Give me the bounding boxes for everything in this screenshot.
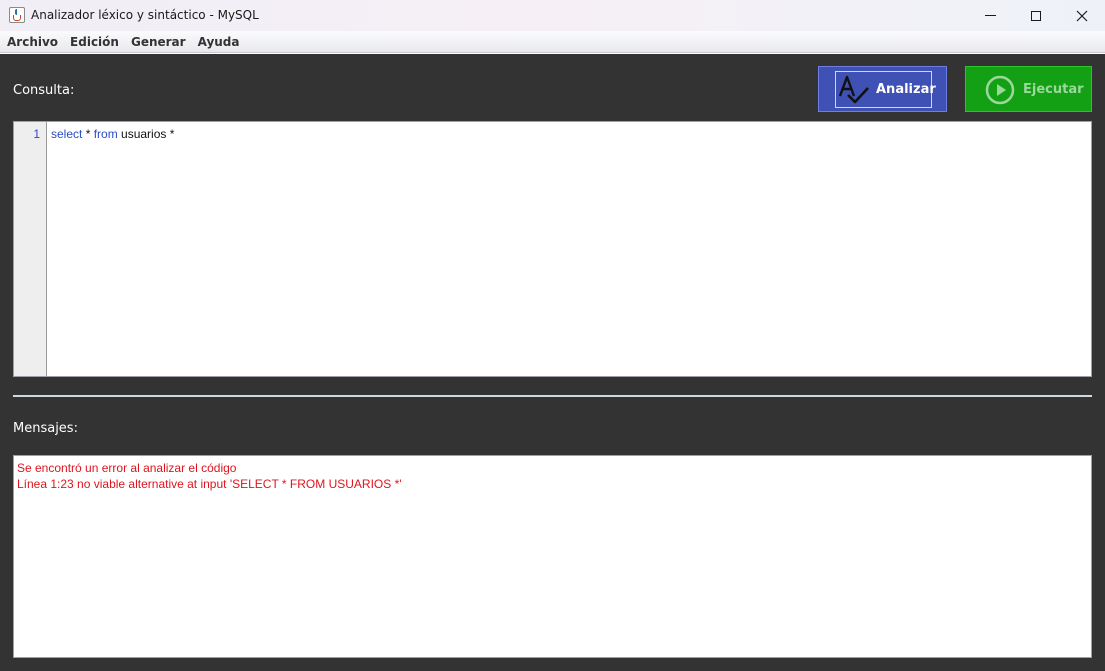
code-token-select: select (51, 127, 83, 141)
menu-ayuda[interactable]: Ayuda (198, 35, 240, 49)
title-bar: Analizador léxico y sintáctico - MySQL (0, 0, 1105, 31)
ejecutar-label: Ejecutar (1023, 82, 1084, 97)
spell-check-icon (838, 75, 869, 104)
close-icon (1076, 10, 1088, 21)
menu-bar: Archivo Edición Generar Ayuda (0, 31, 1105, 53)
ejecutar-button[interactable]: Ejecutar (965, 66, 1092, 112)
window-title: Analizador léxico y sintáctico - MySQL (31, 8, 259, 22)
code-token-star: * (82, 127, 94, 141)
play-circle-icon (985, 75, 1015, 105)
minimize-button[interactable] (967, 0, 1013, 31)
message-line: Se encontró un error al analizar el códi… (17, 461, 237, 475)
split-divider[interactable] (13, 395, 1092, 397)
menu-edicion[interactable]: Edición (70, 35, 119, 49)
query-editor[interactable]: 1 select * from usuarios * (13, 121, 1092, 377)
main-panel: Consulta: Analizar Ejecutar 1 select * f… (0, 54, 1105, 671)
analizar-label: Analizar (876, 82, 936, 97)
maximize-icon (1031, 10, 1041, 21)
code-token-from: from (93, 127, 118, 141)
line-number-gutter: 1 (14, 122, 47, 376)
close-button[interactable] (1059, 0, 1105, 31)
line-number: 1 (33, 127, 40, 141)
menu-archivo[interactable]: Archivo (7, 35, 58, 49)
messages-area[interactable]: Se encontró un error al analizar el códi… (13, 455, 1092, 658)
menu-generar[interactable]: Generar (131, 35, 186, 49)
analizar-button[interactable]: Analizar (818, 66, 947, 112)
maximize-button[interactable] (1013, 0, 1059, 31)
minimize-icon (984, 15, 996, 16)
java-cup-icon (9, 7, 25, 23)
message-line: Línea 1:23 no viable alternative at inpu… (17, 477, 402, 491)
code-token-table: usuarios * (117, 127, 175, 141)
code-line: select * from usuarios * (51, 127, 174, 141)
mensajes-label: Mensajes: (13, 421, 78, 436)
consulta-label: Consulta: (13, 83, 75, 98)
